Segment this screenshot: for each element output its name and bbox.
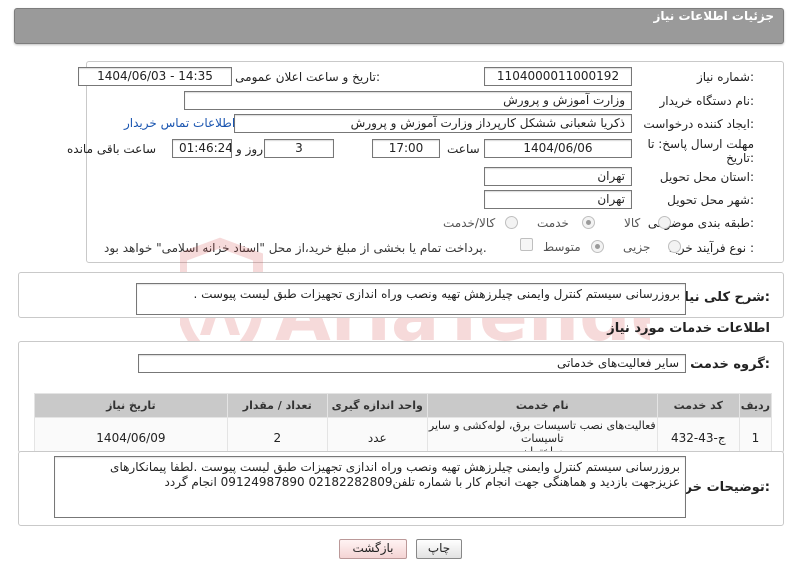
print-button[interactable]: چاپ	[416, 539, 462, 559]
deadline-label-line1: مهلت ارسال پاسخ: تا	[647, 137, 754, 151]
deadline-time-field[interactable]: 17:00	[372, 139, 440, 158]
delivery-province-label: استان محل تحویل:	[659, 170, 754, 184]
purchase-option-minor: جزیی	[623, 240, 651, 254]
service-group-label: گروه خدمت:	[690, 357, 770, 372]
category-radio-goods-service[interactable]	[505, 216, 518, 229]
category-option-service: خدمت	[537, 216, 569, 230]
purchase-option-medium: متوسط	[543, 240, 581, 254]
col-need-date: تاریخ نیاز	[34, 393, 228, 418]
col-quantity: تعداد / مقدار	[226, 393, 328, 418]
category-radio-service[interactable]	[582, 216, 595, 229]
general-description-field[interactable]: بروزرسانی سیستم کنترل وایمنی چیلرزهش تهی…	[136, 283, 686, 315]
category-option-goods-service: کالا/خدمت	[443, 216, 496, 230]
deadline-days-label: روز و	[236, 142, 263, 156]
requester-label: ایجاد کننده درخواست:	[643, 117, 754, 131]
col-unit: واحد اندازه گیری	[326, 393, 428, 418]
treasury-payment-note: پرداخت تمام یا بخشی از مبلغ خرید،از محل …	[104, 241, 487, 255]
purchase-radio-medium[interactable]	[591, 240, 604, 253]
col-row-number: ردیف	[738, 393, 773, 418]
deadline-days-field[interactable]: 3	[264, 139, 334, 158]
table-header-row: ردیف کد خدمت نام خدمت واحد اندازه گیری ت…	[34, 393, 773, 418]
need-number-label: شماره نیاز:	[696, 70, 754, 84]
announce-datetime-label: تاریخ و ساعت اعلان عمومی:	[235, 70, 380, 84]
col-service-name: نام خدمت	[426, 393, 658, 418]
deadline-time-label: ساعت	[447, 142, 480, 156]
buyer-contact-link[interactable]: اطلاعات تماس خریدار	[124, 116, 235, 130]
delivery-city-label: شهر محل تحویل:	[667, 193, 754, 207]
back-button[interactable]: بازگشت	[339, 539, 407, 559]
delivery-city-field[interactable]: تهران	[484, 190, 632, 209]
deadline-date-field[interactable]: 1404/06/06	[484, 139, 632, 158]
announce-datetime-field[interactable]: 1404/06/03 - 14:35	[78, 67, 232, 86]
delivery-province-field[interactable]: تهران	[484, 167, 632, 186]
buyer-org-label: نام دستگاه خریدار:	[659, 94, 755, 108]
col-service-code: کد خدمت	[656, 393, 740, 418]
service-group-field[interactable]: سایر فعالیت‌های خدماتی	[138, 354, 686, 373]
buyer-notes-field[interactable]: بروزرسانی سیستم کنترل وایمنی چیلرزهش تهی…	[54, 456, 686, 518]
need-number-field[interactable]: 1104000011000192	[484, 67, 632, 86]
remaining-time-label: ساعت باقی مانده	[67, 142, 157, 156]
buyer-notes-line1: بروزرسانی سیستم کنترل وایمنی چیلرزهش تهی…	[110, 460, 680, 474]
purchase-type-label: نوع فرآیند خرید :	[669, 241, 754, 255]
remaining-time-field[interactable]: 01:46:24	[172, 139, 232, 158]
purchase-radio-minor[interactable]	[668, 240, 681, 253]
treasury-payment-checkbox[interactable]	[520, 238, 533, 251]
category-option-goods: کالا	[624, 216, 641, 230]
services-section-title: اطلاعات خدمات مورد نیاز	[607, 321, 770, 336]
general-description-label: شرح کلی نیاز:	[676, 290, 770, 305]
deadline-label-line2: تاریخ:	[726, 151, 754, 165]
services-table: ردیف کد خدمت نام خدمت واحد اندازه گیری ت…	[34, 393, 773, 460]
buyer-notes-line2: عزیزجهت بازدید و هماهنگی جهت انجام کار ب…	[164, 475, 680, 489]
service-name-line1: فعالیت‌های نصب تاسیسات برق، لوله‌کشی و س…	[428, 419, 656, 445]
buyer-org-field[interactable]: وزارت آموزش و پرورش	[184, 91, 632, 110]
requester-field[interactable]: ذکریا شعبانی ششکل کارپرداز وزارت آموزش و…	[234, 114, 632, 133]
category-radio-goods[interactable]	[658, 216, 671, 229]
page-title: جزئیات اطلاعات نیاز	[653, 9, 774, 23]
